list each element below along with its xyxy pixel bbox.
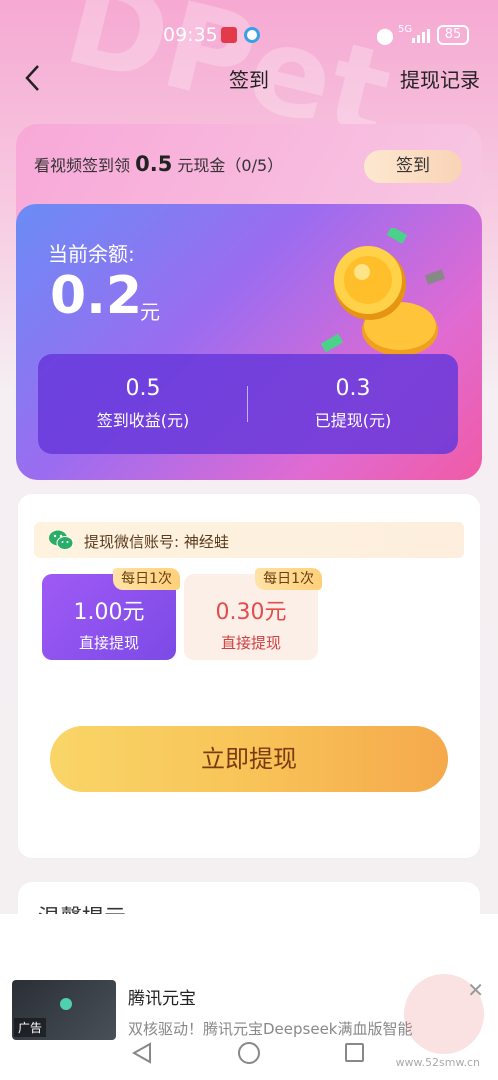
signin-text-suffix: 元现金（0/5） [177, 156, 284, 175]
notification-app-icon [221, 27, 237, 43]
status-bar: 09:35 ⬤ 5G 85 [0, 0, 498, 46]
withdrawn-value: 0.3 [335, 376, 371, 401]
nav-recents-icon[interactable] [345, 1043, 364, 1062]
signin-text-prefix: 看视频签到领 [34, 156, 131, 175]
nav-back-icon[interactable] [132, 1042, 152, 1064]
signin-card: 看视频签到领 0.5 元现金（0/5） 签到 当前余额: 0.2 元 0.5 签… [16, 124, 482, 480]
withdraw-now-button[interactable]: 立即提现 [50, 726, 448, 792]
app-logo-icon [60, 998, 72, 1010]
signal-icon [412, 29, 430, 43]
option-amount: 1.00元 [73, 600, 145, 625]
system-nav-bar [0, 1030, 498, 1080]
network-type: 5G [398, 24, 413, 35]
option-amount: 0.30元 [215, 600, 287, 625]
signin-amount: 0.5 [135, 152, 173, 176]
withdraw-option-2[interactable]: 每日1次 0.30元 直接提现 [184, 568, 322, 660]
withdraw-panel: 提现微信账号: 神经蛙 每日1次 1.00元 直接提现 每日1次 0.30元 直… [18, 494, 480, 858]
balance-label: 当前余额: [48, 242, 135, 266]
signin-text: 看视频签到领 0.5 元现金（0/5） [34, 152, 283, 176]
nav-home-icon[interactable] [238, 1042, 260, 1064]
signin-earnings: 0.5 签到收益(元) [38, 376, 248, 431]
withdrawn-amount: 0.3 已提现(元) [248, 376, 458, 431]
daily-limit-badge: 每日1次 [255, 568, 322, 590]
daily-limit-badge: 每日1次 [113, 568, 180, 590]
signin-earnings-label: 签到收益(元) [96, 411, 190, 430]
earnings-summary: 0.5 签到收益(元) 0.3 已提现(元) [38, 354, 458, 454]
notification-browser-icon [244, 27, 260, 43]
option-subtitle: 直接提现 [78, 634, 139, 652]
wechat-account-bar: 提现微信账号: 神经蛙 [34, 522, 464, 558]
balance-unit: 元 [140, 300, 160, 324]
wechat-account-text: 提现微信账号: 神经蛙 [84, 533, 229, 551]
status-time: 09:35 [163, 24, 218, 46]
location-icon: ⬤ [376, 26, 394, 45]
withdrawn-label: 已提现(元) [314, 411, 392, 430]
signin-earnings-value: 0.5 [125, 376, 161, 401]
balance-value: 0.2 [50, 266, 143, 326]
wechat-icon [49, 530, 74, 550]
coins-icon [320, 228, 446, 356]
signin-button[interactable]: 签到 [364, 150, 462, 183]
battery-icon: 85 [437, 25, 469, 45]
withdraw-records-link[interactable]: 提现记录 [400, 64, 480, 93]
option-subtitle: 直接提现 [220, 634, 281, 652]
ad-title[interactable]: 腾讯元宝 [128, 984, 196, 1009]
ad-close-icon[interactable]: ✕ [467, 978, 484, 1002]
withdraw-option-1[interactable]: 每日1次 1.00元 直接提现 [42, 568, 180, 660]
balance-card: 当前余额: 0.2 元 0.5 签到收益(元) 0.3 已提现(元) [16, 204, 482, 480]
